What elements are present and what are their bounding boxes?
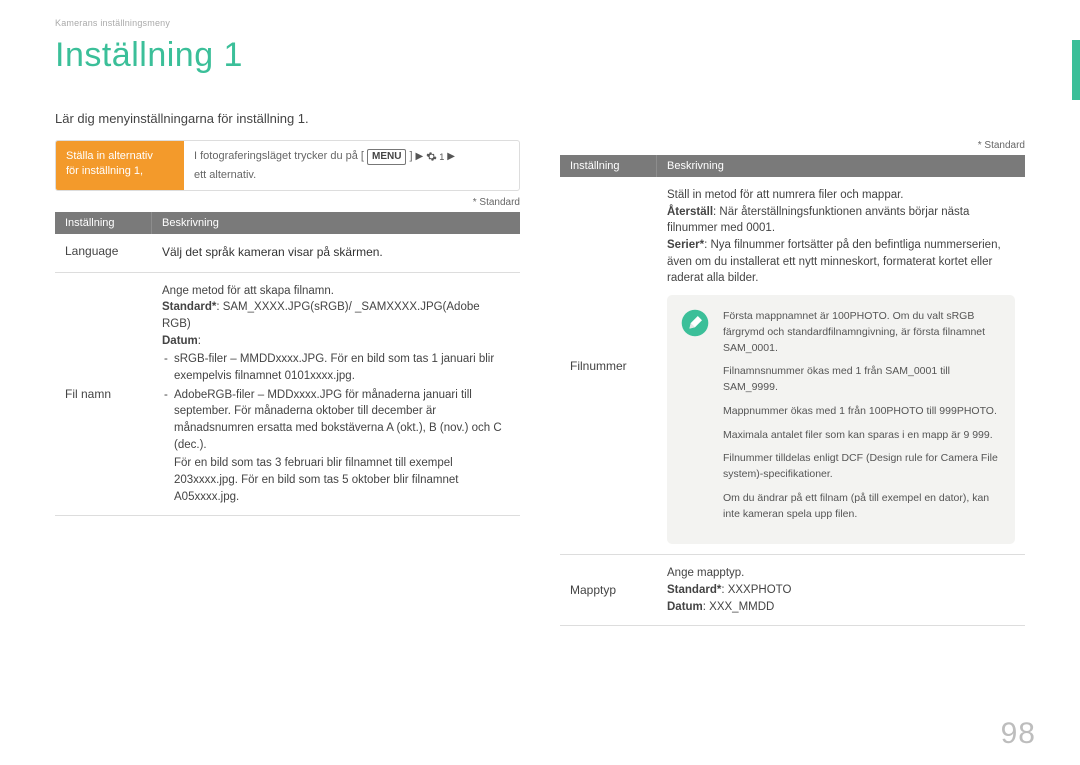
list-item: sRGB-filer – MMDDxxxx.JPG. För en bild s…: [162, 351, 510, 384]
reset-label: Återställ: [667, 206, 713, 218]
datum-text: : XXX_MMDD: [703, 601, 775, 613]
filename-intro: Ange metod för att skapa filnamn.: [162, 283, 510, 300]
callout-box: Ställa in alternativ för inställning 1, …: [55, 140, 520, 191]
arrow-icon: ▶: [447, 150, 455, 164]
th-desc: Beskrivning: [152, 212, 520, 234]
gear-badge: 1: [426, 151, 444, 163]
callout-left-line1: Ställa in alternativ: [66, 150, 153, 162]
gear-icon: [426, 151, 437, 162]
row-label: Mapptyp: [560, 555, 657, 625]
page-title: Inställning 1: [55, 36, 1025, 75]
note-line: Maximala antalet filer som kan sparas i …: [723, 428, 1001, 444]
pen-icon: [681, 309, 709, 337]
th-setting: Inställning: [560, 155, 657, 177]
datum-label: Datum: [162, 335, 198, 347]
table-row: Fil namn Ange metod för att skapa filnam…: [55, 273, 520, 517]
datum-list: sRGB-filer – MMDDxxxx.JPG. För en bild s…: [162, 351, 510, 453]
row-desc: Välj det språk kameran visar på skärmen.: [152, 234, 520, 271]
note-line: Om du ändrar på ett filnam (på till exem…: [723, 491, 1001, 523]
gear-num: 1: [439, 151, 444, 163]
note-line: Första mappnamnet är 100PHOTO. Om du val…: [723, 309, 1001, 356]
note-line: Mappnummer ökas med 1 från 100PHOTO till…: [723, 404, 1001, 420]
standard-label: Standard*: [667, 584, 721, 596]
callout-right-prefix: I fotograferingsläget trycker du på [: [194, 149, 364, 164]
table-row: Mapptyp Ange mapptyp. Standard*: XXXPHOT…: [560, 555, 1025, 626]
table-row: Language Välj det språk kameran visar på…: [55, 234, 520, 272]
callout-right-mid: ]: [409, 149, 412, 164]
datum-colon: :: [198, 335, 201, 347]
filename-standard: Standard*: SAM_XXXX.JPG(sRGB)/ _SAMXXXX.…: [162, 299, 510, 332]
intro-text: Lär dig menyinställningarna för inställn…: [55, 111, 1025, 126]
arrow-icon: ▶: [416, 150, 424, 164]
page: Kamerans inställningsmeny Inställning 1 …: [0, 0, 1080, 765]
th-setting: Inställning: [55, 212, 152, 234]
callout-left: Ställa in alternativ för inställning 1,: [56, 141, 184, 190]
page-number: 98: [1001, 717, 1036, 751]
reset-text: : När återställningsfunktionen använts b…: [667, 206, 969, 235]
row-desc: Ange metod för att skapa filnamn. Standa…: [152, 273, 520, 516]
row-label: Language: [55, 234, 152, 271]
filename-datum: Datum:: [162, 333, 510, 350]
note-body: Första mappnamnet är 100PHOTO. Om du val…: [723, 309, 1001, 530]
standard-label: Standard*: [162, 301, 216, 313]
series-text: : Nya filnummer fortsätter på den befint…: [667, 239, 1001, 284]
row-desc: Ange mapptyp. Standard*: XXXPHOTO Datum:…: [657, 555, 1025, 625]
foldertype-standard: Standard*: XXXPHOTO: [667, 582, 1015, 599]
row-desc: Ställ in metod för att numrera filer och…: [657, 177, 1025, 554]
filenumber-intro: Ställ in metod för att numrera filer och…: [667, 187, 1015, 204]
callout-right-suffix: ett alternativ.: [194, 168, 256, 183]
left-column: Ställa in alternativ för inställning 1, …: [55, 140, 520, 626]
note-icon: [681, 309, 709, 530]
side-tab: [1072, 40, 1080, 100]
standard-text: : XXXPHOTO: [721, 584, 791, 596]
note-box: Första mappnamnet är 100PHOTO. Om du val…: [667, 295, 1015, 544]
row-label: Fil namn: [55, 273, 152, 516]
series-label: Serier*: [667, 239, 704, 251]
filenumber-series: Serier*: Nya filnummer fortsätter på den…: [667, 237, 1015, 287]
right-column: * Standard Inställning Beskrivning Filnu…: [560, 140, 1025, 626]
callout-right: I fotograferingsläget trycker du på [ ME…: [184, 141, 519, 190]
foldertype-datum: Datum: XXX_MMDD: [667, 599, 1015, 616]
columns: Ställa in alternativ för inställning 1, …: [55, 140, 1025, 626]
list-item: AdobeRGB-filer – MDDxxxx.JPG för månader…: [162, 387, 510, 454]
footnote-right: * Standard: [560, 140, 1025, 151]
menu-chip: MENU: [367, 149, 406, 165]
filenumber-reset: Återställ: När återställningsfunktionen …: [667, 204, 1015, 237]
note-line: Filnummer tilldelas enligt DCF (Design r…: [723, 451, 1001, 483]
right-table-header: Inställning Beskrivning: [560, 155, 1025, 177]
footnote-left: * Standard: [55, 197, 520, 208]
note-line: Filnamnsnummer ökas med 1 från SAM_0001 …: [723, 364, 1001, 396]
datum-after: För en bild som tas 3 februari blir filn…: [162, 455, 510, 505]
datum-label: Datum: [667, 601, 703, 613]
table-row: Filnummer Ställ in metod för att numrera…: [560, 177, 1025, 555]
left-table-header: Inställning Beskrivning: [55, 212, 520, 234]
row-label: Filnummer: [560, 177, 657, 554]
callout-left-line2: för inställning 1,: [66, 165, 143, 177]
breadcrumb: Kamerans inställningsmeny: [55, 18, 1025, 28]
foldertype-intro: Ange mapptyp.: [667, 565, 1015, 582]
th-desc: Beskrivning: [657, 155, 1025, 177]
